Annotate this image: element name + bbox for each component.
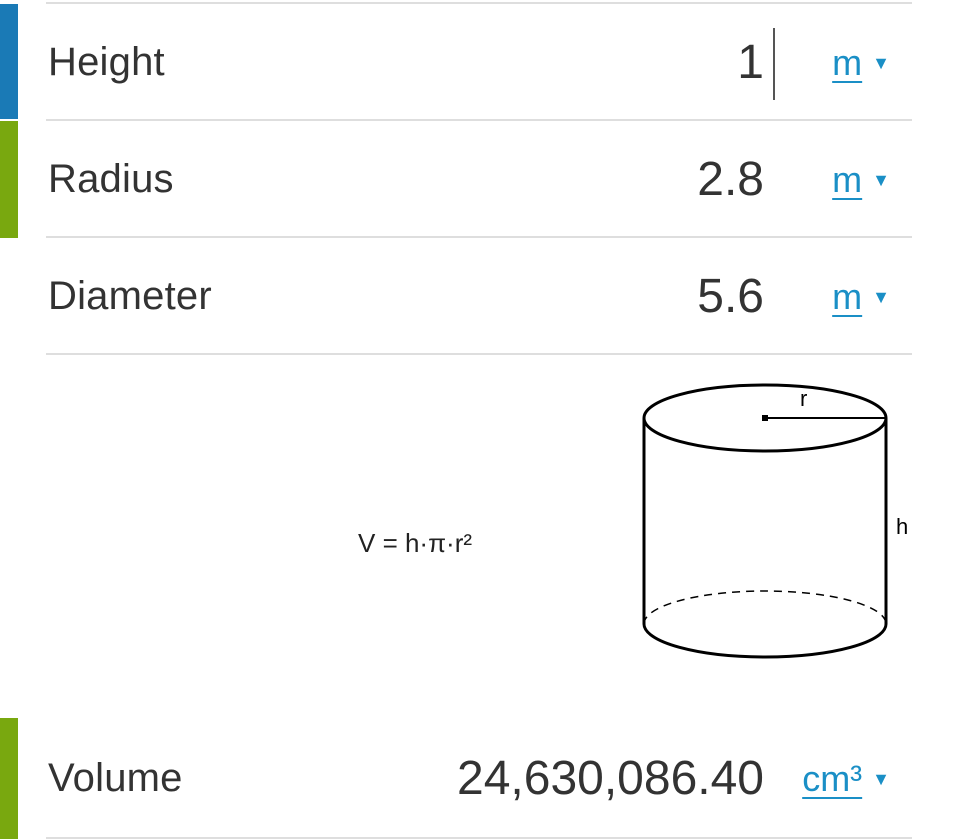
height-input[interactable]: 1 (737, 4, 764, 121)
volume-row: Volume 24,630,086.40 cm³ ▼ (0, 718, 956, 839)
cylinder-bottom-front-arc (642, 623, 888, 659)
radius-unit-label: m (832, 159, 863, 200)
center-point (762, 415, 768, 421)
cylinder-volume-calculator: Height 1 m ▼ Radius 2.8 m ▼ Diameter 5.6 m… (0, 0, 956, 839)
cylinder-illustration: r h (642, 383, 908, 659)
height-row: Height 1 m ▼ (0, 4, 956, 121)
cylinder-diagram-area: V = h·π·r² r h (0, 356, 956, 716)
text-cursor (773, 28, 775, 100)
caret-down-icon: ▼ (872, 169, 890, 190)
height-unit-select[interactable]: m ▼ (832, 4, 890, 121)
volume-unit-select[interactable]: cm³ ▼ (802, 718, 890, 839)
row-divider (46, 353, 912, 355)
diameter-unit-label: m (832, 276, 863, 317)
radius-label: Radius (48, 157, 174, 201)
volume-label: Volume (48, 756, 183, 800)
diameter-input[interactable]: 5.6 (697, 238, 764, 355)
radius-unit-select[interactable]: m ▼ (832, 121, 890, 238)
height-accent-bar (0, 4, 18, 119)
radius-accent-bar (0, 121, 18, 238)
diameter-unit-select[interactable]: m ▼ (832, 238, 890, 355)
cylinder-bottom-back-arc (643, 590, 887, 625)
radius-symbol: r (800, 386, 807, 411)
radius-input[interactable]: 2.8 (697, 121, 764, 238)
diameter-label: Diameter (48, 274, 212, 318)
volume-formula: V = h·π·r² (358, 528, 473, 558)
height-unit-label: m (832, 42, 863, 83)
radius-row: Radius 2.8 m ▼ (0, 121, 956, 238)
volume-unit-label: cm³ (802, 758, 863, 799)
height-label: Height (48, 40, 165, 84)
caret-down-icon: ▼ (872, 768, 890, 789)
volume-output[interactable]: 24,630,086.40 (457, 718, 764, 839)
caret-down-icon: ▼ (872, 52, 890, 73)
caret-down-icon: ▼ (872, 286, 890, 307)
volume-accent-bar (0, 718, 18, 839)
height-symbol: h (896, 514, 908, 539)
diameter-row: Diameter 5.6 m ▼ (0, 238, 956, 355)
